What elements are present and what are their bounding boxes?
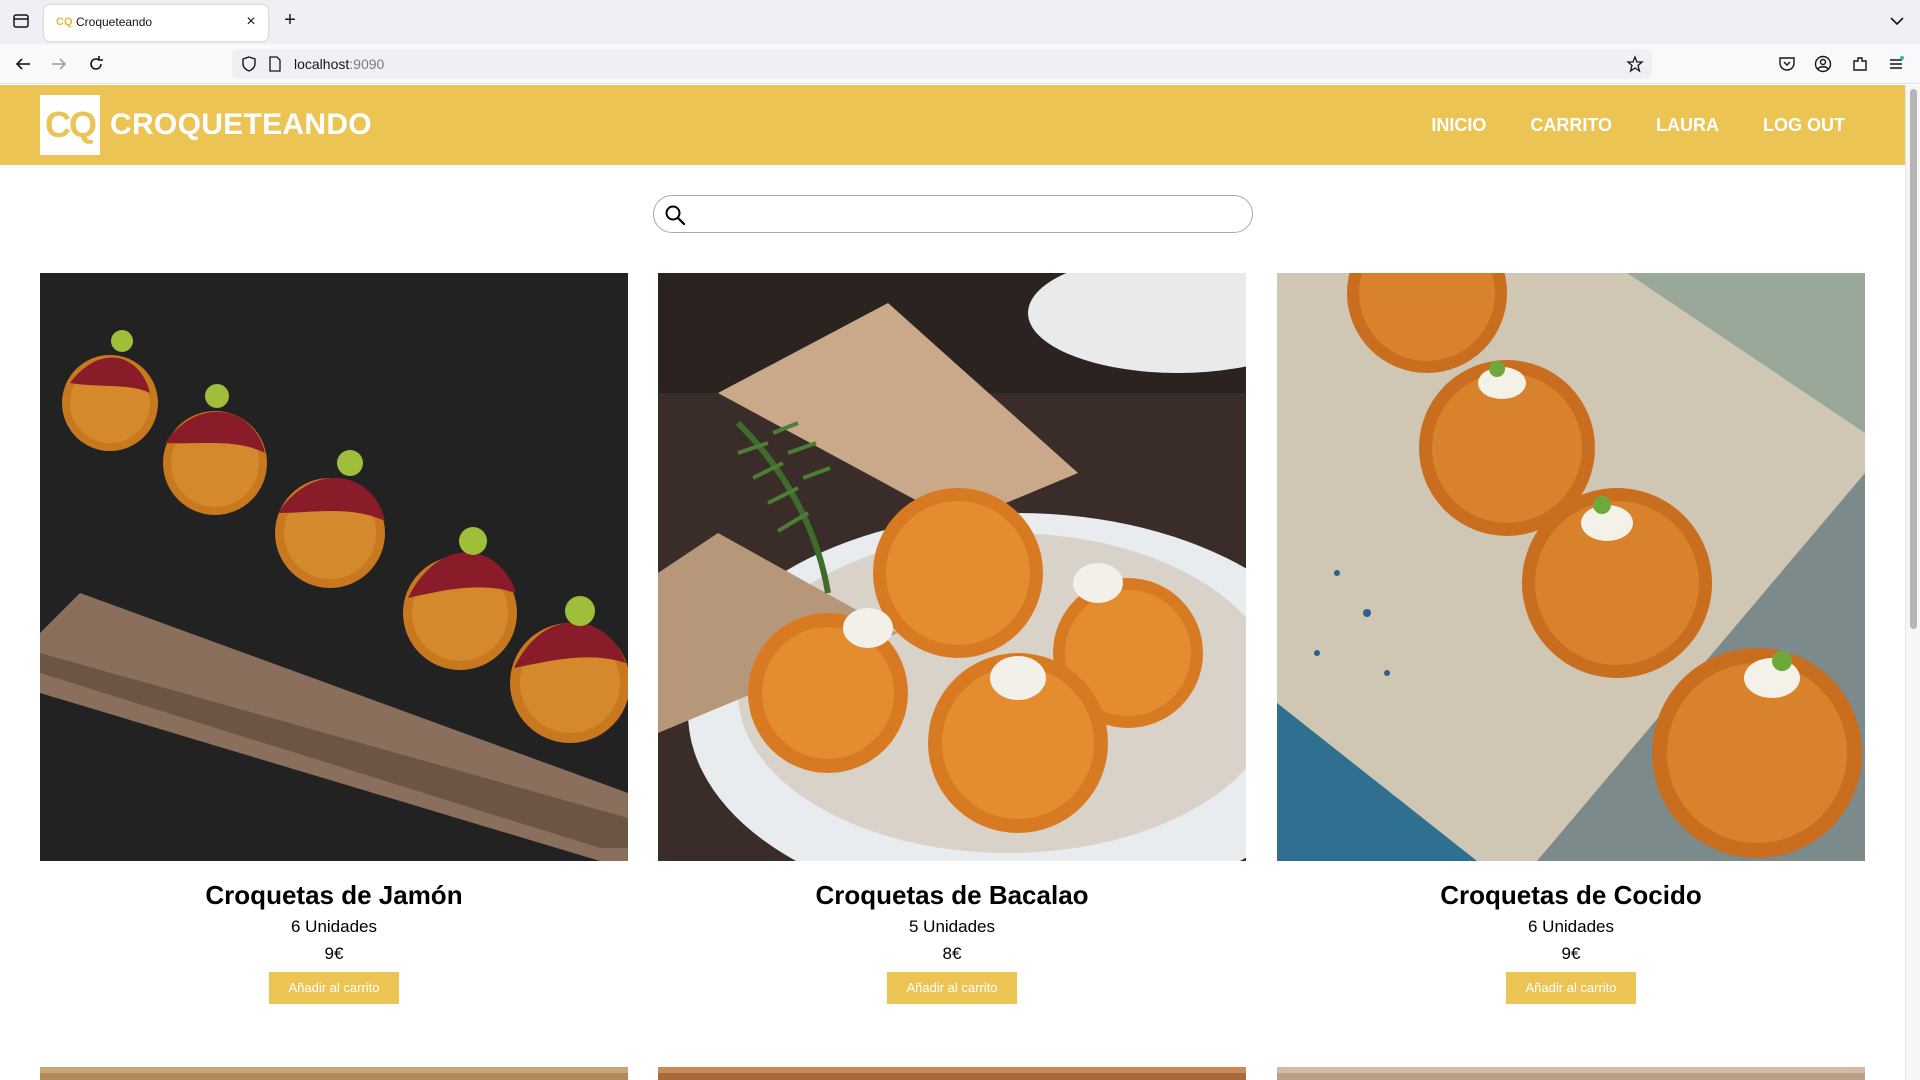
product-price: 9€ [324,944,344,963]
product-name: Croquetas de Bacalao [815,880,1089,910]
add-to-cart-button[interactable]: Añadir al carrito [269,972,399,1004]
add-to-cart-button[interactable]: Añadir al carrito [1506,972,1636,1004]
favicon-icon: CQ [56,16,73,28]
product-image-cocido[interactable] [1277,273,1865,861]
shield-icon[interactable] [240,55,258,73]
browser-tab-bar: CQ Croqueteando × + [0,0,1920,44]
new-tab-icon[interactable]: + [280,10,300,30]
product-card: Croquetas de Jamón 6 Unidades 9€ Añadir … [40,273,628,1004]
page-icon [269,56,281,72]
chevron-down-icon[interactable] [1888,12,1906,30]
reload-icon[interactable] [86,54,106,74]
search-icon [665,205,686,226]
close-tab-icon[interactable]: × [242,13,260,31]
account-icon[interactable] [1813,54,1833,74]
product-price: 9€ [1561,944,1581,963]
site-header: CQ CROQUETEANDO INICIO CARRITO LAURA LOG… [0,85,1905,165]
back-icon[interactable] [13,54,33,74]
bookmark-star-icon[interactable] [1626,55,1644,73]
extensions-icon[interactable] [1850,54,1870,74]
product-price: 8€ [942,944,962,963]
product-card: Croquetas de Cocido 6 Unidades 9€ Añadir… [1277,273,1865,1004]
brand-name[interactable]: CROQUETEANDO [110,105,372,145]
product-image-partial[interactable] [1277,1067,1865,1080]
search-bar[interactable] [653,195,1253,233]
product-card: Croquetas de Bacalao 5 Unidades 8€ Añadi… [658,273,1246,1004]
add-to-cart-button[interactable]: Añadir al carrito [887,972,1017,1004]
product-image-partial[interactable] [658,1067,1246,1080]
url-bar[interactable]: localhost:9090 [232,49,1652,79]
menu-icon[interactable] [1886,54,1906,74]
tab-list-icon[interactable] [12,12,30,30]
pocket-icon[interactable] [1777,54,1797,74]
product-name: Croquetas de Cocido [1440,880,1702,910]
product-units: 6 Unidades [290,917,377,936]
main-nav: INICIO CARRITO LAURA LOG OUT [1431,113,1845,137]
site-logo[interactable]: CQ [40,95,100,155]
product-units: 5 Unidades [908,917,995,936]
page-viewport: CQ CROQUETEANDO INICIO CARRITO LAURA LOG… [0,85,1920,1080]
product-image-bacalao[interactable] [658,273,1246,861]
url-text[interactable]: localhost:9090 [294,56,384,72]
forward-icon[interactable] [49,54,69,74]
product-image-partial[interactable] [40,1067,628,1080]
scrollbar-thumb[interactable] [1910,89,1917,629]
nav-carrito[interactable]: CARRITO [1530,113,1612,137]
logo-text: CQ [45,104,97,145]
browser-tab[interactable]: CQ Croqueteando × [44,5,268,41]
product-name: Croquetas de Jamón [205,880,463,910]
page-scrollbar[interactable] [1905,85,1920,1080]
nav-logout[interactable]: LOG OUT [1763,113,1845,137]
browser-toolbar: localhost:9090 [0,44,1920,84]
product-units: 6 Unidades [1527,917,1614,936]
tab-title: Croqueteando [76,15,153,29]
product-image-jamon[interactable] [40,273,628,861]
search-input[interactable] [694,202,1234,226]
nav-user-laura[interactable]: LAURA [1656,113,1719,137]
nav-inicio[interactable]: INICIO [1431,113,1486,137]
